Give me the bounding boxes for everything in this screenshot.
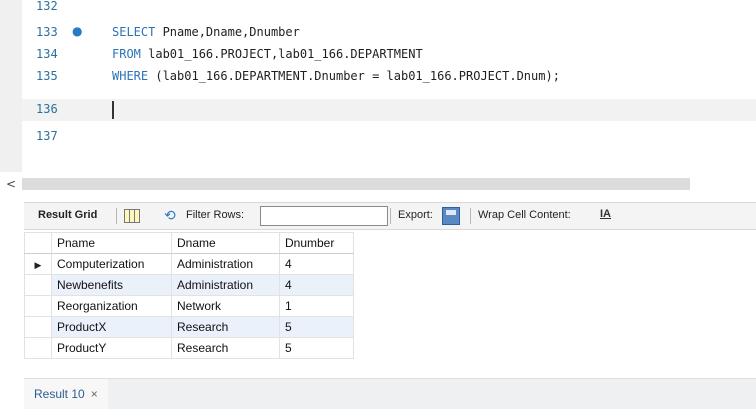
- column-header-dnumber[interactable]: Dnumber: [279, 232, 354, 254]
- column-header-dname[interactable]: Dname: [171, 232, 280, 254]
- scrollbar-thumb[interactable]: [22, 178, 690, 190]
- row-pointer-icon: ▶: [24, 253, 52, 275]
- table-cell[interactable]: 4: [279, 253, 354, 275]
- code-line-135[interactable]: 135 WHERE (lab01_166.DEPARTMENT.Dnumber …: [22, 66, 756, 88]
- column-header-pname[interactable]: Pname: [51, 232, 172, 254]
- toolbar-separator: [470, 208, 471, 224]
- table-row[interactable]: ProductY Research 5: [24, 337, 354, 359]
- line-number: 133: [36, 25, 58, 39]
- table-cell[interactable]: Network: [171, 295, 280, 317]
- sql-keyword: WHERE: [112, 69, 149, 83]
- row-header: [24, 316, 52, 338]
- sql-keyword: SELECT: [112, 25, 156, 39]
- code-line-133[interactable]: 133 ● SELECT Pname,Dname,Dnumber: [22, 22, 756, 44]
- code-line-137[interactable]: 137: [22, 121, 756, 143]
- editor-gutter: [0, 0, 22, 172]
- code-text: SELECT Pname,Dname,Dnumber: [112, 25, 300, 39]
- refresh-icon[interactable]: ⟲: [164, 207, 176, 224]
- table-cell[interactable]: ProductY: [51, 337, 172, 359]
- table-row[interactable]: ▶ Computerization Administration 4: [24, 253, 354, 275]
- left-rail: [0, 196, 24, 412]
- line-number: 137: [36, 129, 58, 143]
- sql-keyword: FROM: [112, 47, 141, 61]
- table-cell[interactable]: Administration: [171, 253, 280, 275]
- code-line-132[interactable]: 132: [22, 0, 756, 18]
- toolbar-separator: [390, 208, 391, 224]
- line-number: 136: [36, 102, 58, 116]
- filter-rows-label: Filter Rows:: [186, 209, 245, 221]
- sql-text: Pname,Dname,Dnumber: [155, 25, 300, 39]
- table-row[interactable]: Newbenefits Administration 4: [24, 274, 354, 296]
- wrap-cell-label: Wrap Cell Content:: [478, 209, 571, 221]
- table-cell[interactable]: Reorganization: [51, 295, 172, 317]
- export-label: Export:: [398, 209, 433, 221]
- result-grid-tab[interactable]: Result Grid: [38, 209, 97, 221]
- line-number: 132: [36, 0, 58, 13]
- row-header: [24, 337, 52, 359]
- sql-editor[interactable]: 132 133 ● SELECT Pname,Dname,Dnumber 134…: [0, 0, 756, 172]
- horizontal-scrollbar[interactable]: <: [0, 176, 756, 192]
- statement-marker-icon: ●: [72, 24, 83, 38]
- header-row: Pname Dname Dnumber: [24, 232, 354, 254]
- table-cell[interactable]: Research: [171, 316, 280, 338]
- result-tab[interactable]: Result 10 ×: [24, 379, 108, 409]
- row-header-corner: [24, 232, 52, 254]
- code-line-136[interactable]: 136: [22, 99, 756, 121]
- export-icon[interactable]: [442, 207, 460, 225]
- table-cell[interactable]: Computerization: [51, 253, 172, 275]
- result-toolbar: Result Grid ⟲ Filter Rows: Export: Wrap …: [24, 202, 756, 230]
- sql-text: (lab01_166.DEPARTMENT.Dnumber = lab01_16…: [148, 69, 560, 83]
- table-cell[interactable]: 5: [279, 337, 354, 359]
- sql-text: lab01_166.PROJECT,lab01_166.DEPARTMENT: [140, 47, 423, 61]
- code-text: FROM lab01_166.PROJECT,lab01_166.DEPARTM…: [112, 47, 423, 61]
- row-header: [24, 274, 52, 296]
- table-row[interactable]: Reorganization Network 1: [24, 295, 354, 317]
- table-cell[interactable]: Research: [171, 337, 280, 359]
- table-cell[interactable]: Administration: [171, 274, 280, 296]
- table-row[interactable]: ProductX Research 5: [24, 316, 354, 338]
- grid-view-icon[interactable]: [124, 209, 140, 223]
- code-text: WHERE (lab01_166.DEPARTMENT.Dnumber = la…: [112, 69, 560, 83]
- table-cell[interactable]: 4: [279, 274, 354, 296]
- line-number: 135: [36, 69, 58, 83]
- toolbar-separator: [116, 208, 117, 224]
- line-number: 134: [36, 47, 58, 61]
- filter-rows-input[interactable]: [260, 206, 388, 226]
- wrap-cell-icon[interactable]: IA: [600, 208, 611, 220]
- text-caret: [112, 101, 114, 119]
- row-header: [24, 295, 52, 317]
- scroll-left-icon[interactable]: <: [6, 177, 16, 191]
- close-icon[interactable]: ×: [91, 387, 98, 401]
- result-tab-label: Result 10: [34, 387, 85, 401]
- table-cell[interactable]: 5: [279, 316, 354, 338]
- result-tabs-bar: Result 10 ×: [24, 378, 756, 409]
- table-cell[interactable]: 1: [279, 295, 354, 317]
- table-cell[interactable]: ProductX: [51, 316, 172, 338]
- code-line-134[interactable]: 134 FROM lab01_166.PROJECT,lab01_166.DEP…: [22, 44, 756, 66]
- result-grid[interactable]: Pname Dname Dnumber ▶ Computerization Ad…: [24, 232, 354, 359]
- table-cell[interactable]: Newbenefits: [51, 274, 172, 296]
